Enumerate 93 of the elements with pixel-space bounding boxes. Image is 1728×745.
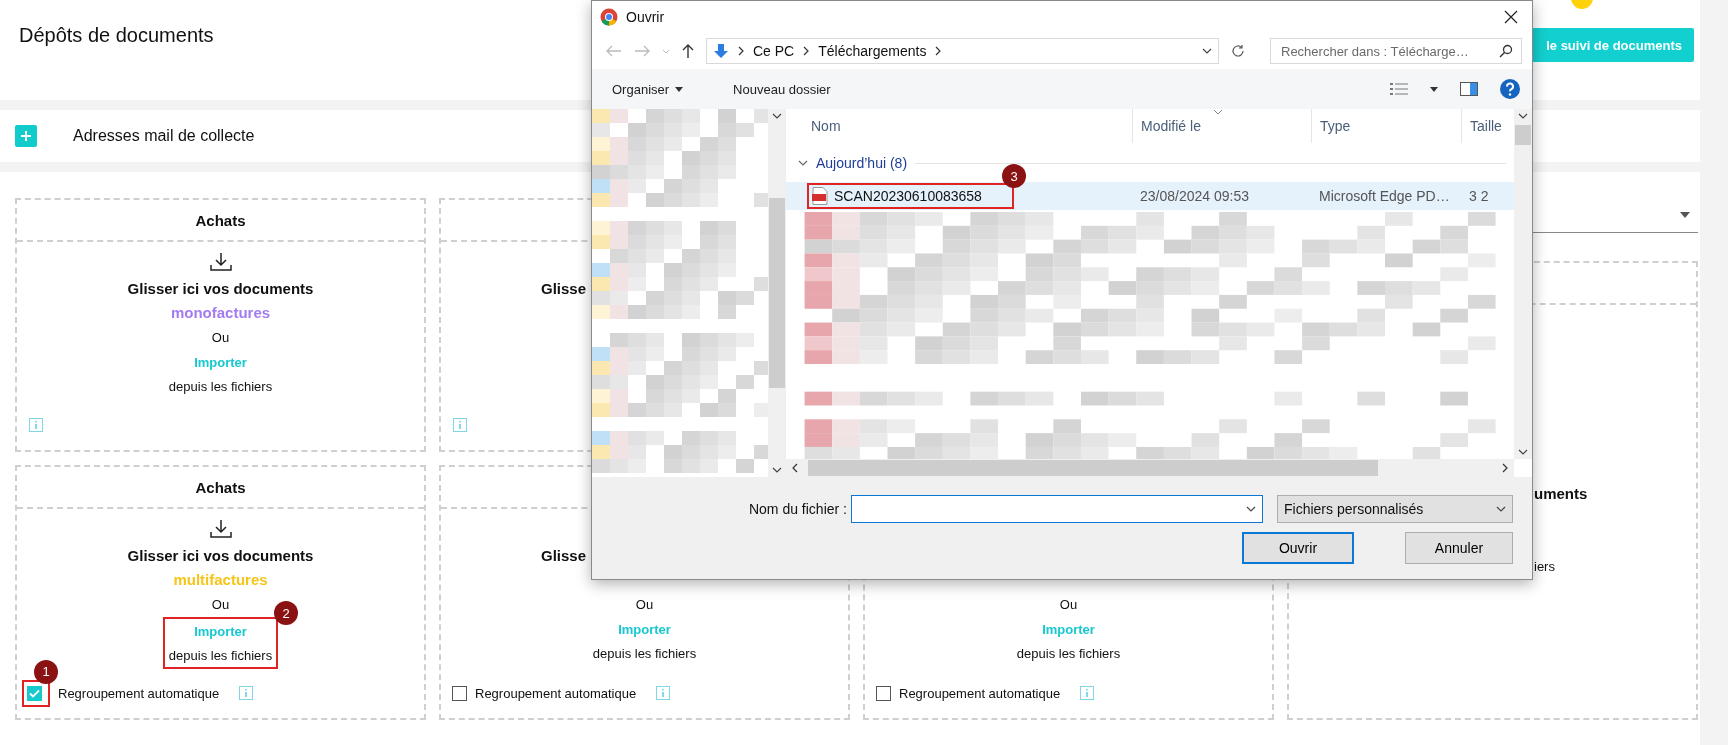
search-field[interactable]: Rechercher dans : Télécharge…: [1270, 38, 1522, 64]
preview-pane-icon[interactable]: [1460, 82, 1478, 96]
organize-menu[interactable]: Organiser: [606, 77, 690, 101]
file-size: 3 2: [1468, 188, 1490, 205]
close-icon: [1504, 10, 1518, 24]
page-title: Dépôts de documents: [19, 24, 214, 47]
drop-instruction: uments: [1533, 484, 1589, 504]
checkbox[interactable]: [27, 685, 42, 701]
cancel-button[interactable]: Annuler: [1405, 532, 1513, 564]
new-folder-button[interactable]: Nouveau dossier: [727, 77, 837, 101]
pdf-icon: [812, 187, 828, 206]
dialog-title: Ouvrir: [626, 9, 666, 25]
caret-icon[interactable]: [1430, 86, 1438, 92]
checkbox-label: Regroupement automatique: [475, 685, 637, 701]
help-icon[interactable]: [1500, 79, 1520, 99]
caret-icon: [675, 86, 684, 92]
chevron-right-icon: [935, 46, 942, 56]
step-badge: 1: [34, 659, 58, 684]
checkbox[interactable]: [452, 685, 467, 701]
scroll-down-icon: [771, 467, 782, 473]
file-date: 23/08/2024 09:53: [1139, 188, 1250, 205]
column-header[interactable]: Type: [1311, 109, 1461, 143]
card-title: Achats: [195, 211, 246, 229]
import-hint: depuis les fichiers: [168, 647, 273, 665]
forward-icon[interactable]: [634, 45, 650, 57]
breadcrumb-item[interactable]: Téléchargements: [818, 43, 927, 59]
caret-icon: [1246, 506, 1256, 512]
column-header[interactable]: Modifié le: [1132, 109, 1311, 143]
chevron-right-icon: [738, 46, 744, 56]
checkbox-label: Regroupement automatique: [899, 685, 1061, 701]
info-icon[interactable]: [29, 418, 43, 432]
caret-icon: [1202, 48, 1212, 54]
drop-instruction: Glisse: [540, 547, 586, 564]
drop-instruction: Glisse: [540, 280, 586, 297]
back-icon[interactable]: [606, 45, 622, 57]
scroll-up-icon: [771, 113, 782, 119]
checkbox[interactable]: [876, 685, 891, 701]
up-icon[interactable]: [682, 43, 694, 59]
file-row[interactable]: SCAN20230610083658 23/08/2024 09:53 Microsoft Edge PD… 3 2: [786, 182, 1514, 211]
download-arrow-icon: [713, 43, 729, 59]
import-hint: iers: [1533, 558, 1556, 576]
or-text: Ou: [1059, 597, 1078, 612]
import-hint: depuis les fichiers: [592, 645, 697, 663]
or-text: Ou: [211, 330, 230, 345]
download-icon: [209, 519, 232, 539]
or-text: Ou: [211, 597, 230, 612]
sort-caret-icon: [1213, 109, 1223, 115]
info-icon[interactable]: [656, 686, 671, 700]
view-list-icon[interactable]: [1390, 82, 1408, 96]
file-type-select[interactable]: Fichiers personnalisés: [1277, 495, 1513, 523]
scrollbar-thumb[interactable]: [1515, 125, 1531, 145]
chevron-right-icon: [803, 46, 810, 56]
scrollbar[interactable]: [1514, 109, 1532, 459]
filename-label: Nom du fichier :: [748, 501, 847, 517]
info-icon[interactable]: [1080, 686, 1095, 700]
scroll-down-icon: [1518, 449, 1528, 455]
refresh-icon[interactable]: [1231, 44, 1245, 58]
search-icon: [1499, 44, 1513, 58]
app-icon: [600, 8, 618, 26]
file-name: SCAN20230610083658: [834, 188, 982, 205]
scroll-left-icon: [792, 463, 798, 473]
address-bar[interactable]: Ce PC Téléchargements: [706, 38, 1219, 64]
group-label[interactable]: Aujourd’hui (8): [816, 155, 908, 172]
scroll-right-icon: [1502, 463, 1508, 473]
column-header[interactable]: Nom: [786, 109, 1132, 143]
document-type: multifactures: [173, 571, 268, 588]
import-hint: depuis les fichiers: [168, 378, 273, 396]
import-hint: depuis les fichiers: [1016, 645, 1121, 663]
drop-instruction: Glisser ici vos documents: [127, 547, 314, 564]
caret-icon: [1496, 506, 1506, 512]
download-icon: [209, 252, 232, 272]
caret-icon: [1680, 212, 1690, 218]
checkbox-label: Regroupement automatique: [58, 685, 220, 701]
scrollbar-thumb[interactable]: [808, 460, 1378, 476]
scroll-up-icon: [1518, 113, 1528, 119]
document-type: monofactures: [170, 304, 271, 321]
breadcrumb-item[interactable]: Ce PC: [753, 43, 795, 59]
step-badge: 2: [274, 601, 299, 625]
section-title[interactable]: Adresses mail de collecte: [73, 127, 255, 145]
drop-instruction: Glisser ici vos documents: [127, 280, 314, 297]
card-title: Achats: [195, 478, 246, 496]
or-text: Ou: [635, 597, 654, 612]
history-caret-icon[interactable]: [662, 48, 670, 54]
scrollbar[interactable]: [786, 459, 1514, 477]
scrollbar[interactable]: [768, 109, 785, 477]
file-type: Microsoft Edge PD…: [1318, 188, 1451, 205]
step-badge: 3: [1002, 164, 1026, 189]
add-icon[interactable]: [15, 125, 37, 147]
info-icon[interactable]: [239, 686, 254, 700]
scrollbar-thumb[interactable]: [768, 198, 785, 388]
open-button[interactable]: Ouvrir: [1242, 532, 1354, 564]
filename-field[interactable]: [851, 495, 1263, 523]
info-icon[interactable]: [453, 418, 467, 432]
